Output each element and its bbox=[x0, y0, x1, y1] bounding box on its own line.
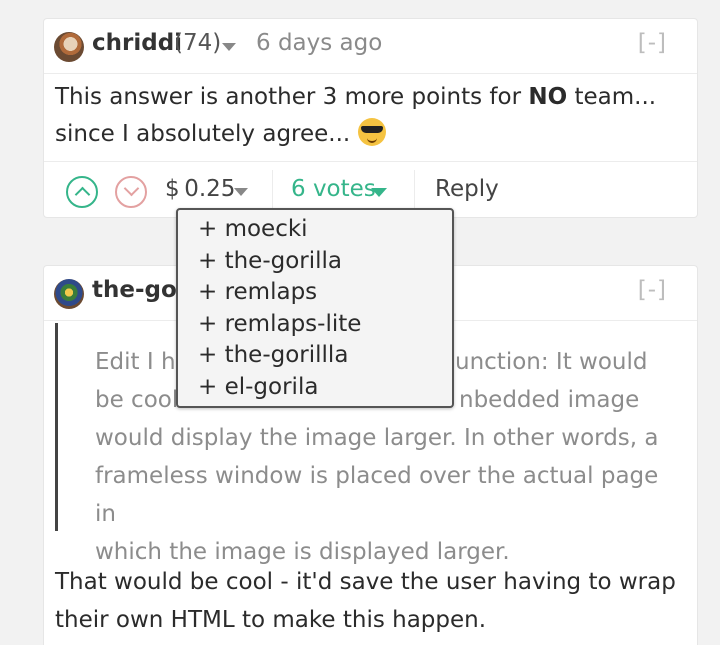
payout-amount[interactable]: $ 0.25 bbox=[165, 176, 235, 202]
comment-body: This answer is another 3 more points for… bbox=[55, 79, 680, 153]
collapse-button[interactable]: [-] bbox=[638, 30, 667, 56]
comment-text: This answer is another 3 more points for bbox=[55, 84, 529, 110]
voters-dropdown: + moecki + the-gorilla + remlaps + remla… bbox=[176, 208, 454, 408]
quote-text-fragment: nbedded image bbox=[459, 387, 640, 413]
blockquote-bar bbox=[55, 323, 58, 531]
votes-button[interactable]: 6 votes bbox=[291, 176, 376, 202]
collapse-button[interactable]: [-] bbox=[638, 277, 667, 303]
divider bbox=[414, 170, 415, 212]
chevron-up-icon bbox=[74, 186, 91, 203]
chevron-down-icon bbox=[123, 180, 140, 197]
quote-line: would display the image larger. In other… bbox=[95, 425, 659, 451]
avatar[interactable] bbox=[54, 279, 84, 309]
chevron-down-icon[interactable] bbox=[222, 43, 236, 51]
voter-item[interactable]: + the-gorilla bbox=[198, 246, 452, 278]
quote-text-fragment: unction: It would bbox=[455, 349, 648, 375]
chevron-down-icon[interactable] bbox=[234, 188, 248, 196]
comment-text-bold: NO bbox=[528, 84, 568, 110]
username[interactable]: the-gor bbox=[92, 277, 188, 303]
caret-down-icon[interactable] bbox=[371, 188, 387, 197]
upvote-button[interactable] bbox=[66, 176, 98, 208]
avatar[interactable] bbox=[54, 32, 84, 62]
reply-button[interactable]: Reply bbox=[435, 176, 499, 202]
comment-header: chriddi (74) 6 days ago [-] bbox=[44, 19, 697, 74]
timestamp[interactable]: 6 days ago bbox=[256, 30, 382, 56]
voter-item[interactable]: + moecki bbox=[198, 214, 452, 246]
quote-line: frameless window is placed over the actu… bbox=[95, 463, 659, 527]
quote-text-fragment: be cool bbox=[95, 387, 179, 413]
downvote-button[interactable] bbox=[115, 176, 147, 208]
reputation-points: (74) bbox=[174, 30, 222, 56]
divider bbox=[272, 170, 273, 212]
username[interactable]: chriddi bbox=[92, 30, 182, 56]
voter-item[interactable]: + remlaps-lite bbox=[198, 309, 452, 341]
voter-item[interactable]: + the-gorillla bbox=[198, 340, 452, 372]
voter-item[interactable]: + remlaps bbox=[198, 277, 452, 309]
voter-item[interactable]: + el-gorila bbox=[198, 372, 452, 404]
comment-card: chriddi (74) 6 days ago [-] This answer … bbox=[43, 18, 698, 218]
comment-body: That would be cool - it'd save the user … bbox=[55, 569, 676, 633]
sunglasses-emoji-icon bbox=[357, 118, 386, 146]
